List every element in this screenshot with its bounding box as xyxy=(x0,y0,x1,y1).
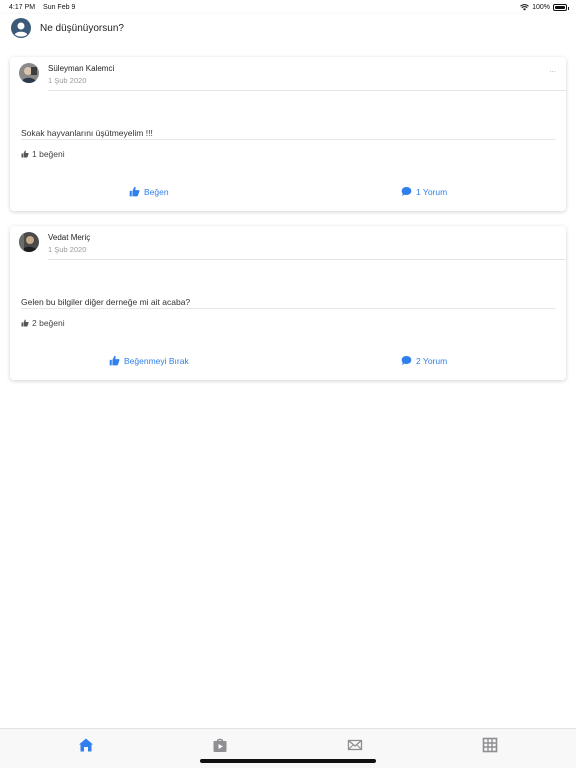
video-bag-icon[interactable] xyxy=(212,737,228,753)
post-text: Sokak hayvanlarını üşütmeyelim !!! xyxy=(21,128,153,138)
comment-bubble-icon xyxy=(401,187,412,196)
mail-icon[interactable] xyxy=(347,737,363,753)
post-author[interactable]: Süleyman Kalemci xyxy=(48,64,114,73)
battery-percent: 100% xyxy=(532,3,550,11)
status-time: 4:17 PM xyxy=(9,3,36,11)
divider xyxy=(21,139,556,140)
likes-count: 2 beğeni xyxy=(21,318,65,328)
tab-bar xyxy=(0,728,576,768)
home-indicator xyxy=(200,759,376,763)
feed: Süleyman Kalemci 1 Şub 2020 ... Sokak ha… xyxy=(0,42,576,728)
post-date: 1 Şub 2020 xyxy=(48,245,87,254)
like-label[interactable]: Beğen xyxy=(144,187,169,197)
comment-button[interactable]: 2 Yorum xyxy=(401,355,447,366)
wifi-icon xyxy=(520,3,529,10)
grid-icon[interactable] xyxy=(482,737,498,753)
thumbs-up-small-icon xyxy=(21,150,29,158)
author-avatar[interactable] xyxy=(19,63,39,83)
thumbs-up-icon xyxy=(129,186,140,197)
divider xyxy=(21,308,556,309)
post-header: Süleyman Kalemci 1 Şub 2020 ... xyxy=(10,57,566,93)
unlike-button[interactable]: Beğenmeyi Bırak xyxy=(109,355,189,366)
app-screen: 4:17 PM Sun Feb 9 100% Ne düşünüyorsun? xyxy=(0,0,576,768)
comment-label[interactable]: 1 Yorum xyxy=(416,187,447,197)
post-date: 1 Şub 2020 xyxy=(48,76,87,85)
status-bar: 4:17 PM Sun Feb 9 100% xyxy=(0,0,576,14)
like-button[interactable]: Beğen xyxy=(129,186,169,197)
divider xyxy=(48,90,566,91)
post-author[interactable]: Vedat Meriç xyxy=(48,233,90,242)
status-date: Sun Feb 9 xyxy=(43,3,76,11)
comment-button[interactable]: 1 Yorum xyxy=(401,186,447,197)
thumbs-up-icon xyxy=(109,355,120,366)
post-card: Süleyman Kalemci 1 Şub 2020 ... Sokak ha… xyxy=(10,57,566,211)
likes-count: 1 beğeni xyxy=(21,149,65,159)
post-card: Vedat Meriç 1 Şub 2020 Gelen bu bilgiler… xyxy=(10,226,566,380)
post-header: Vedat Meriç 1 Şub 2020 xyxy=(10,226,566,262)
comment-label[interactable]: 2 Yorum xyxy=(416,356,447,366)
likes-label: 2 beğeni xyxy=(32,318,65,328)
status-left: 4:17 PM Sun Feb 9 xyxy=(9,4,81,11)
post-menu-button[interactable]: ... xyxy=(549,65,556,74)
likes-label: 1 beğeni xyxy=(32,149,65,159)
home-icon[interactable] xyxy=(78,737,94,753)
user-avatar-icon xyxy=(11,18,31,38)
battery-icon xyxy=(553,3,569,11)
composer-placeholder[interactable]: Ne düşünüyorsun? xyxy=(40,23,124,34)
author-avatar[interactable] xyxy=(19,232,39,252)
unlike-label[interactable]: Beğenmeyi Bırak xyxy=(124,356,189,366)
comment-bubble-icon xyxy=(401,356,412,365)
divider xyxy=(48,259,566,260)
status-right: 100% xyxy=(520,3,569,11)
thumbs-up-small-icon xyxy=(21,319,29,327)
post-composer[interactable]: Ne düşünüyorsun? xyxy=(0,14,576,42)
post-text: Gelen bu bilgiler diğer derneğe mi ait a… xyxy=(21,297,191,307)
